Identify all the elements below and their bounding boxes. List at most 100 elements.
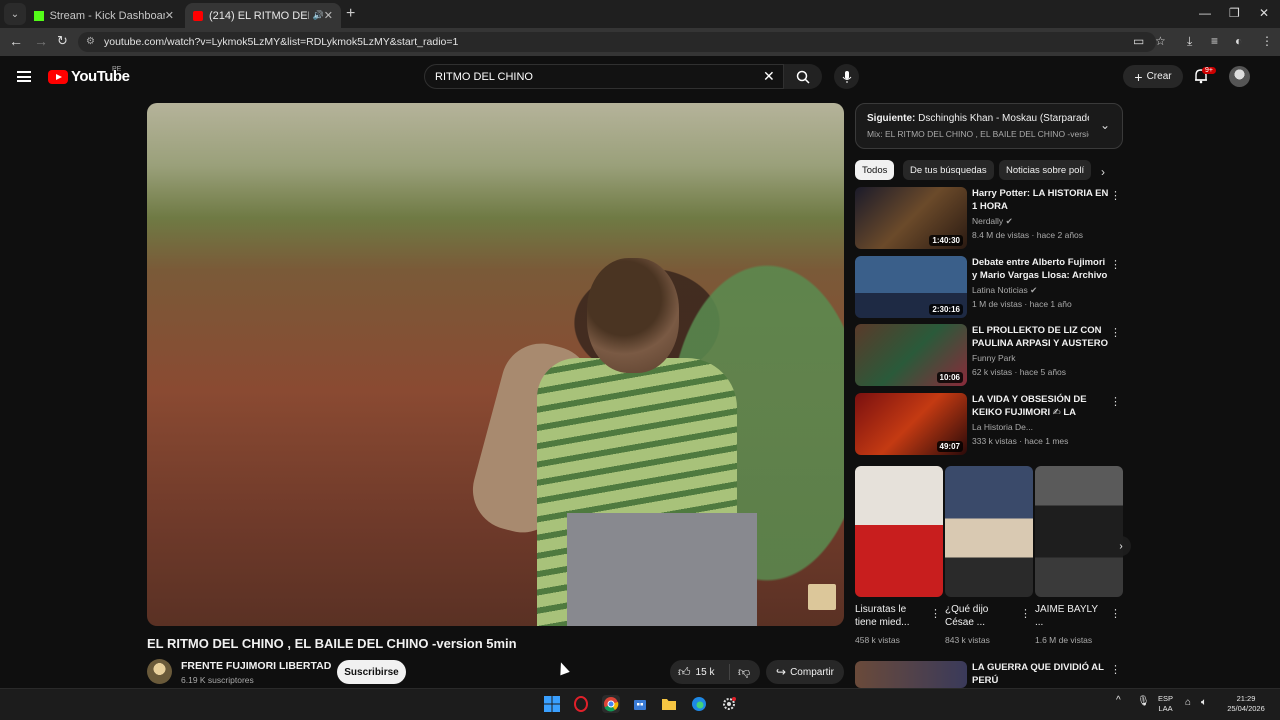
filter-chips: Todos De tus búsquedas Noticias sobre po…	[855, 160, 1123, 180]
short-thumbnail[interactable]	[945, 466, 1033, 597]
list-item[interactable]: 2:30:16 Debate entre Alberto Fujimori y …	[855, 256, 1123, 318]
video-title[interactable]: Debate entre Alberto Fujimori y Mario Va…	[972, 256, 1110, 283]
video-title[interactable]: Harry Potter: LA HISTORIA EN 1 HORA	[972, 187, 1110, 213]
microphone-tray-icon[interactable]: 🎙︎	[1137, 697, 1150, 707]
short-title[interactable]: JAIME BAYLY ...	[1035, 603, 1107, 629]
browser-menu-icon[interactable]: ⋮	[1261, 34, 1273, 48]
create-button[interactable]: + Crear	[1123, 65, 1183, 88]
new-tab-button[interactable]: +	[346, 5, 355, 23]
chip-de-tus-busquedas[interactable]: De tus búsquedas	[903, 160, 994, 180]
opera-icon[interactable]	[572, 695, 590, 713]
channel-name: Funny Park	[972, 353, 1016, 363]
settings-icon[interactable]	[720, 695, 738, 713]
edge-icon[interactable]	[690, 695, 708, 713]
window-close-button[interactable]: ✕	[1259, 6, 1269, 20]
chevron-right-icon[interactable]: ›	[1111, 536, 1131, 556]
more-options-icon[interactable]: ⋮	[1110, 258, 1121, 271]
chevron-down-icon[interactable]: ⌄	[1100, 118, 1110, 132]
short-thumbnail[interactable]	[1035, 466, 1123, 597]
video-title[interactable]: LA GUERRA QUE DIVIDIÓ AL PERÚ	[972, 661, 1110, 687]
more-options-icon[interactable]: ⋮	[1110, 663, 1121, 676]
short-item[interactable]: ¿Qué dijo Césae ... ⋮ 843 k vistas	[945, 466, 1033, 645]
channel-name: La Historia De...	[972, 422, 1033, 432]
list-item[interactable]: 1:40:30 Harry Potter: LA HISTORIA EN 1 H…	[855, 187, 1123, 249]
video-player[interactable]	[147, 103, 844, 626]
notification-badge: 9+	[1202, 67, 1216, 74]
more-options-icon[interactable]: ⋮	[930, 607, 941, 620]
chrome-icon[interactable]	[602, 695, 620, 713]
search-icon	[796, 70, 810, 84]
volume-icon[interactable]: 🔈︎	[1201, 698, 1207, 708]
tab-youtube-video[interactable]: (214) EL RITMO DEL CHINO 🔊 ✕	[185, 3, 341, 28]
video-title[interactable]: EL PROLLEKTO DE LIZ CON PAULINA ARPASI Y…	[972, 324, 1110, 351]
chevron-right-icon[interactable]: ›	[1101, 165, 1105, 179]
restore-button[interactable]: ❐	[1229, 6, 1240, 20]
like-button[interactable]: 👍︎ 15 k	[670, 664, 730, 680]
audio-playing-icon[interactable]: 🔊	[313, 10, 324, 21]
short-title[interactable]: ¿Qué dijo Césae ...	[945, 603, 1017, 629]
short-thumbnail[interactable]	[855, 466, 943, 597]
short-item[interactable]: Lisuratas le tiene mied... ⋮ 458 k vista…	[855, 466, 943, 645]
subscribe-button[interactable]: Suscribirse	[337, 660, 406, 684]
short-views: 458 k vistas	[855, 635, 900, 645]
more-options-icon[interactable]: ⋮	[1110, 607, 1121, 620]
network-icon[interactable]: ⌂	[1185, 698, 1191, 708]
more-options-icon[interactable]: ⋮	[1110, 189, 1121, 202]
verified-icon: ✔	[1005, 216, 1013, 226]
windows-logo-icon	[544, 696, 560, 712]
list-item[interactable]: LA GUERRA QUE DIVIDIÓ AL PERÚ ⋮	[855, 661, 1123, 688]
clear-search-icon[interactable]: ✕	[763, 68, 775, 85]
reading-list-icon[interactable]: ≡	[1211, 34, 1218, 48]
account-avatar[interactable]	[1229, 66, 1250, 87]
more-options-icon[interactable]: ⋮	[1110, 395, 1121, 408]
dislike-button[interactable]: 👎︎	[730, 665, 750, 680]
cast-icon[interactable]: ▭	[1133, 34, 1144, 48]
youtube-logo[interactable]: YouTube PE	[48, 66, 130, 85]
video-thumbnail[interactable]: 49:07	[855, 393, 967, 455]
share-button[interactable]: ↪ Compartir	[766, 660, 844, 684]
up-next-panel[interactable]: Siguiente: Dschinghis Khan - Moskau (Sta…	[855, 103, 1123, 149]
channel-name[interactable]: FRENTE FUJIMORI LIBERTAD	[181, 660, 331, 672]
subscriber-count: 6.19 K suscriptores	[181, 675, 254, 685]
video-thumbnail[interactable]: 2:30:16	[855, 256, 967, 318]
video-thumbnail[interactable]: 1:40:30	[855, 187, 967, 249]
minimize-button[interactable]: —	[1199, 6, 1211, 20]
short-item[interactable]: JAIME BAYLY ... ⋮ 1.6 M de vistas	[1035, 466, 1123, 645]
menu-icon[interactable]	[17, 71, 31, 82]
downloads-icon[interactable]: ⤓	[1187, 34, 1192, 49]
short-title[interactable]: Lisuratas le tiene mied...	[855, 603, 927, 629]
close-tab-icon[interactable]: ✕	[324, 9, 333, 22]
chip-noticias[interactable]: Noticias sobre polí	[999, 160, 1091, 180]
more-options-icon[interactable]: ⋮	[1110, 326, 1121, 339]
search-button[interactable]	[784, 64, 822, 89]
voice-search-button[interactable]	[834, 64, 859, 89]
close-tab-icon[interactable]: ✕	[165, 9, 174, 22]
video-thumbnail[interactable]: 10:06	[855, 324, 967, 386]
language-indicator[interactable]: ESP LAA	[1158, 694, 1173, 714]
search-input[interactable]: RITMO DEL CHINO	[424, 64, 784, 89]
tray-chevron-up-icon[interactable]: ^	[1116, 696, 1121, 706]
site-info-icon[interactable]: ⚙	[86, 36, 95, 47]
video-title[interactable]: LA VIDA Y OBSESIÓN DE KEIKO FUJIMORI ✍ L…	[972, 393, 1110, 420]
reload-button[interactable]: ↻	[57, 33, 68, 49]
back-button[interactable]: ←	[9, 33, 23, 49]
list-item[interactable]: 49:07 LA VIDA Y OBSESIÓN DE KEIKO FUJIMO…	[855, 393, 1123, 455]
video-thumbnail[interactable]	[855, 661, 967, 688]
tab-search-button[interactable]: ⌄	[4, 3, 26, 25]
channel-avatar[interactable]	[147, 659, 172, 684]
windows-start-icon[interactable]	[543, 695, 561, 713]
chip-todos[interactable]: Todos	[855, 160, 895, 180]
file-explorer-icon[interactable]	[660, 695, 678, 713]
store-icon[interactable]	[631, 695, 649, 713]
channel-watermark[interactable]	[808, 584, 836, 610]
more-options-icon[interactable]: ⋮	[1020, 607, 1031, 620]
list-item[interactable]: 10:06 EL PROLLEKTO DE LIZ CON PAULINA AR…	[855, 324, 1123, 386]
address-bar[interactable]: youtube.com/watch?v=Lykmok5LzMY&list=RDL…	[78, 32, 1156, 52]
like-dislike-group: 👍︎ 15 k 👎︎	[670, 660, 760, 684]
bookmark-star-icon[interactable]: ☆	[1155, 34, 1166, 48]
forward-button[interactable]: →	[34, 33, 48, 49]
short-views: 843 k vistas	[945, 635, 990, 645]
profile-icon[interactable]: ◐	[1235, 34, 1242, 48]
clock[interactable]: 21:29 25/04/2026	[1222, 694, 1270, 714]
tab-kick-dashboard[interactable]: Stream - Kick Dashboard ✕	[26, 3, 182, 28]
